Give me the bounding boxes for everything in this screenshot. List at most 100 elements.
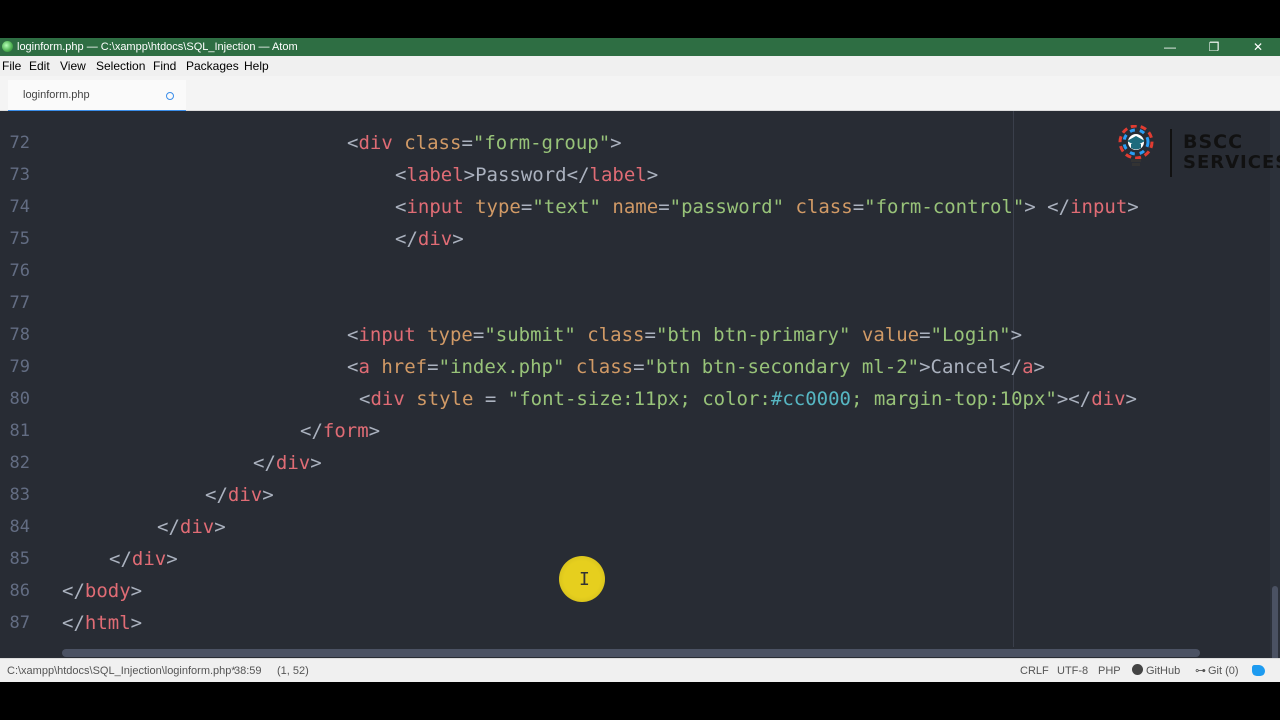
- menu-selection[interactable]: Selection: [96, 56, 145, 76]
- code-token: div: [417, 228, 453, 250]
- code-line[interactable]: </body>: [62, 580, 142, 602]
- code-line[interactable]: </div>: [109, 548, 178, 570]
- line-number[interactable]: 82: [0, 453, 30, 473]
- code-line[interactable]: </form>: [300, 420, 380, 442]
- code-token: "btn btn-secondary ml-2": [644, 356, 920, 378]
- git-branch-icon: ⊶: [1195, 665, 1206, 677]
- menu-file[interactable]: File: [2, 56, 21, 76]
- status-grammar[interactable]: PHP: [1098, 659, 1121, 683]
- line-number[interactable]: 73: [0, 165, 30, 185]
- modified-dot-icon[interactable]: [166, 92, 174, 100]
- line-number[interactable]: 81: [0, 421, 30, 441]
- code-token: </: [300, 420, 323, 442]
- line-number[interactable]: 84: [0, 517, 30, 537]
- code-token: <: [395, 164, 407, 186]
- code-token: > </: [1024, 196, 1071, 218]
- code-editor[interactable]: 72 <div class="form-group"> 73 <label>Passw…: [0, 111, 1270, 647]
- minimize-button[interactable]: —: [1148, 38, 1192, 56]
- line-number[interactable]: 78: [0, 325, 30, 345]
- code-token: </: [62, 612, 85, 634]
- code-token: Cancel: [930, 356, 1000, 378]
- logo-text-line2: SERVICES: [1183, 152, 1280, 173]
- code-token: >: [1125, 388, 1137, 410]
- line-number[interactable]: 85: [0, 549, 30, 569]
- code-token: >: [166, 548, 178, 570]
- code-token: =: [472, 324, 485, 346]
- code-line[interactable]: <a href="index.php" class="btn btn-secon…: [347, 356, 1045, 378]
- status-encoding[interactable]: UTF-8: [1057, 659, 1088, 683]
- line-number[interactable]: 77: [0, 293, 30, 313]
- code-token: label: [589, 164, 647, 186]
- maximize-button[interactable]: ❐: [1192, 38, 1236, 56]
- code-token: <: [347, 324, 359, 346]
- status-git-label: Git (0): [1208, 665, 1239, 677]
- status-github-label: GitHub: [1146, 665, 1181, 677]
- code-token: div: [370, 388, 405, 410]
- code-token: </: [205, 484, 228, 506]
- code-token: >: [919, 356, 931, 378]
- atom-app-icon: [2, 41, 13, 52]
- menu-packages[interactable]: Packages: [186, 56, 239, 76]
- code-token: form: [322, 420, 369, 442]
- code-line[interactable]: </div>: [395, 228, 464, 250]
- code-token: div: [227, 484, 263, 506]
- code-token: =: [852, 196, 865, 218]
- code-line[interactable]: </div>: [157, 516, 226, 538]
- line-number[interactable]: 72: [0, 133, 30, 153]
- menu-help[interactable]: Help: [244, 56, 269, 76]
- menu-edit[interactable]: Edit: [29, 56, 50, 76]
- tab-loginform[interactable]: loginform.php: [8, 80, 186, 112]
- code-line[interactable]: <input type="text" name="password" class…: [395, 196, 1139, 218]
- close-button[interactable]: ✕: [1236, 38, 1280, 56]
- code-token: #cc0000: [770, 388, 851, 410]
- status-git[interactable]: ⊶ Git (0): [1195, 659, 1239, 683]
- status-github[interactable]: GitHub: [1132, 659, 1180, 683]
- code-line[interactable]: <input type="submit" class="btn btn-prim…: [347, 324, 1022, 346]
- code-token: =: [644, 324, 656, 346]
- menu-view[interactable]: View: [60, 56, 86, 76]
- code-token: a: [358, 356, 370, 378]
- status-file-path[interactable]: C:\xampp\htdocs\SQL_Injection\loginform.…: [7, 659, 236, 683]
- code-token: </: [157, 516, 180, 538]
- window-title: loginform.php — C:\xampp\htdocs\SQL_Inje…: [17, 41, 298, 53]
- menu-find[interactable]: Find: [153, 56, 176, 76]
- feedback-bird-icon[interactable]: [1252, 665, 1265, 676]
- line-number[interactable]: 79: [0, 357, 30, 377]
- status-cursor-position[interactable]: 38:59: [234, 659, 262, 683]
- line-number[interactable]: 83: [0, 485, 30, 505]
- code-token: =: [658, 196, 670, 218]
- logo-text-line1: BSCC: [1183, 131, 1244, 153]
- code-line[interactable]: <div class="form-group">: [347, 132, 622, 154]
- code-line[interactable]: <div style = "font-size:11px; color:#cc0…: [359, 388, 1137, 410]
- code-token: <: [347, 132, 359, 154]
- code-token: "form-control": [864, 196, 1025, 218]
- horizontal-scrollbar-thumb[interactable]: [62, 649, 1200, 657]
- code-line[interactable]: </div>: [253, 452, 322, 474]
- line-number[interactable]: 87: [0, 613, 30, 633]
- line-number[interactable]: 75: [0, 229, 30, 249]
- code-line[interactable]: <label>Password</label>: [395, 164, 658, 186]
- line-number[interactable]: 74: [0, 197, 30, 217]
- menu-bar: File Edit View Selection Find Packages H…: [0, 56, 1280, 76]
- line-number[interactable]: 76: [0, 261, 30, 281]
- code-token: "font-size:11px; color:: [507, 388, 771, 410]
- mouse-cursor-highlight: I: [559, 556, 605, 602]
- line-number[interactable]: 88: [0, 645, 30, 647]
- status-line-ending[interactable]: CRLF: [1020, 659, 1049, 683]
- watermark-logo: BSCC SERVICES: [1116, 123, 1280, 183]
- code-line[interactable]: </div>: [205, 484, 274, 506]
- line-number[interactable]: 86: [0, 581, 30, 601]
- tab-bar: loginform.php: [0, 76, 1280, 112]
- code-token: html: [84, 612, 131, 634]
- line-number[interactable]: 80: [0, 389, 30, 409]
- code-token: href: [381, 356, 428, 378]
- code-token: >: [610, 132, 622, 154]
- code-token: >: [310, 452, 322, 474]
- code-line[interactable]: </html>: [62, 612, 142, 634]
- code-token: style: [416, 388, 474, 410]
- code-token: div: [358, 132, 393, 154]
